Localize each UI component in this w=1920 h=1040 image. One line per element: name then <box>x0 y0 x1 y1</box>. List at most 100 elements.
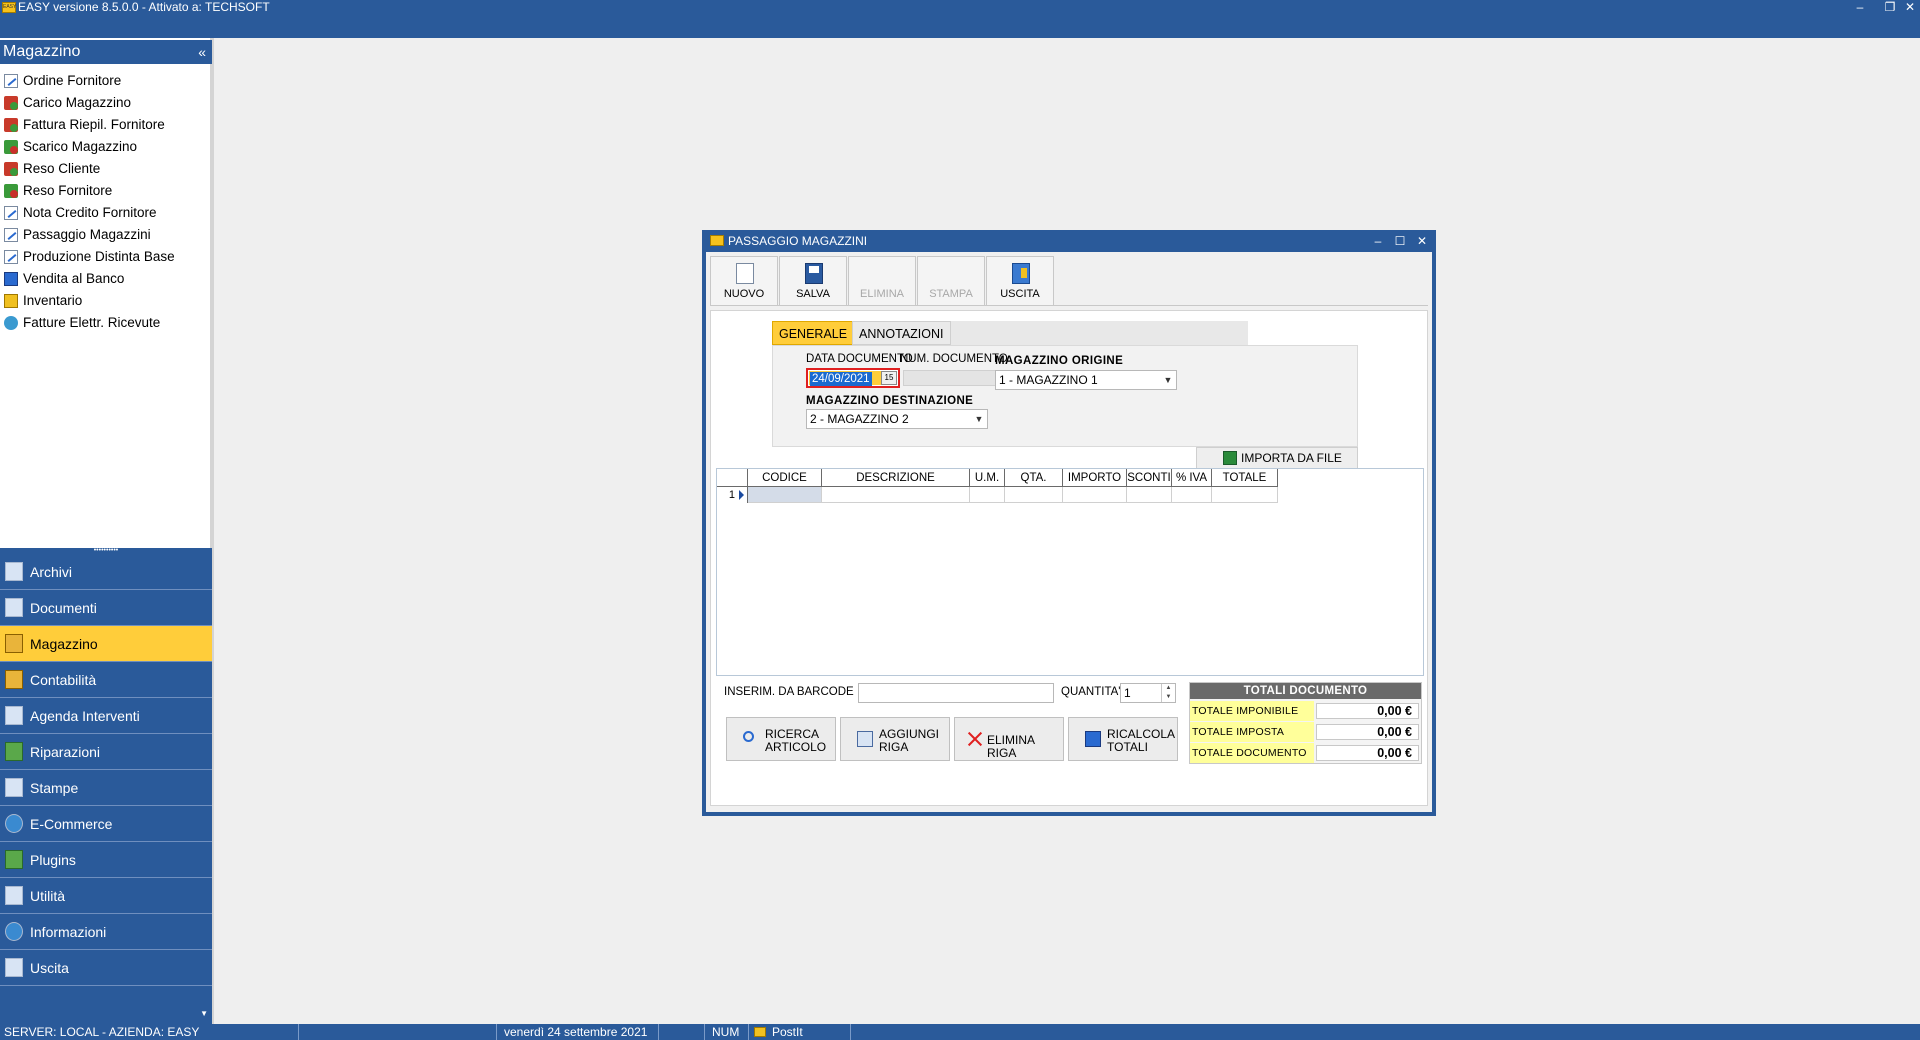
menu-item-label: Reso Cliente <box>23 161 101 176</box>
nav-agenda-interventi[interactable]: Agenda Interventi <box>0 698 212 734</box>
dialog-minimize-button[interactable]: – <box>1368 230 1388 252</box>
column-header[interactable]: QTA. <box>1005 469 1063 487</box>
origin-value: 1 - MAGAZZINO 1 <box>999 373 1098 387</box>
nav-label: Stampe <box>30 780 79 796</box>
collapse-icon[interactable]: « <box>198 40 206 64</box>
nav-utilita[interactable]: Utilità <box>0 878 212 914</box>
dest-value: 2 - MAGAZZINO 2 <box>810 412 909 426</box>
date-field[interactable]: 24/09/2021 15 <box>806 368 900 388</box>
app-title: EASY versione 8.5.0.0 - Attivato a: TECH… <box>18 0 270 14</box>
menu-item-reso-fornitore[interactable]: Reso Fornitore <box>0 180 212 202</box>
delete-row-button[interactable]: ELIMINA RIGA <box>954 717 1064 761</box>
print-label: STAMPA <box>929 288 973 300</box>
calendar-icon[interactable]: 15 <box>881 371 897 385</box>
spin-updown-icon[interactable]: ▲ ▼ <box>1161 684 1175 702</box>
nav-riparazioni[interactable]: Riparazioni <box>0 734 212 770</box>
warehouse-box-icon <box>5 634 23 653</box>
chevron-down-icon[interactable]: ▼ <box>971 410 987 428</box>
grid-cell-um[interactable] <box>970 487 1005 503</box>
column-header[interactable]: DESCRIZIONE <box>822 469 970 487</box>
tools-icon <box>5 886 23 905</box>
column-header[interactable]: U.M. <box>970 469 1005 487</box>
dest-select[interactable]: 2 - MAGAZZINO 2 ▼ <box>806 409 988 429</box>
status-server: SERVER: LOCAL - AZIENDA: EASY <box>4 1025 200 1039</box>
grid-cell-descrizione[interactable] <box>822 487 970 503</box>
close-button[interactable]: ✕ <box>1900 0 1920 14</box>
menu-item-inventario[interactable]: Inventario <box>0 290 212 312</box>
origin-select[interactable]: 1 - MAGAZZINO 1 ▼ <box>995 370 1177 390</box>
restore-button[interactable]: ❐ <box>1880 0 1900 14</box>
nav-uscita[interactable]: Uscita <box>0 950 212 986</box>
grid-cell-sconti[interactable] <box>1127 487 1172 503</box>
new-button[interactable]: NUOVO <box>710 256 778 306</box>
column-header[interactable]: CODICE <box>748 469 822 487</box>
agenda-icon <box>5 706 23 725</box>
dialog-close-button[interactable]: ✕ <box>1412 230 1432 252</box>
app-title-bar: EASY EASY versione 8.5.0.0 - Attivato a:… <box>0 0 1920 38</box>
nav-documenti[interactable]: Documenti <box>0 590 212 626</box>
add-row-button[interactable]: AGGIUNGI RIGA <box>840 717 950 761</box>
nav-label: Documenti <box>30 600 97 616</box>
recalc-totals-button[interactable]: RICALCOLA TOTALI <box>1068 717 1178 761</box>
menu-item-nota-credito-fornitore[interactable]: Nota Credito Fornitore <box>0 202 212 224</box>
menu-item-label: Fatture Elettr. Ricevute <box>23 315 161 330</box>
menu-item-ordine-fornitore[interactable]: Ordine Fornitore <box>0 70 212 92</box>
menu-item-carico-magazzino[interactable]: Carico Magazzino <box>0 92 212 114</box>
dialog-body: NUOVO SALVA ELIMINA STAMPA USCITA GENERA… <box>706 252 1432 812</box>
numdoc-field[interactable] <box>903 370 1009 386</box>
minimize-button[interactable]: – <box>1850 0 1870 14</box>
column-header[interactable]: IMPORTO <box>1063 469 1127 487</box>
truck-invoice-icon <box>4 118 18 132</box>
nav-contabilita[interactable]: Contabilità <box>0 662 212 698</box>
new-document-icon <box>736 263 754 284</box>
menu-item-fatture-elettr-ricevute[interactable]: Fatture Elettr. Ricevute <box>0 312 212 334</box>
nav-magazzino[interactable]: Magazzino <box>0 626 212 662</box>
sidebar: Magazzino « Ordine Fornitore Carico Maga… <box>0 38 214 1024</box>
save-button[interactable]: SALVA <box>779 256 847 306</box>
dialog-maximize-button[interactable]: ☐ <box>1390 230 1410 252</box>
qty-stepper[interactable]: 1 ▲ ▼ <box>1120 683 1176 703</box>
inventory-icon <box>4 294 18 308</box>
menu-item-vendita-al-banco[interactable]: Vendita al Banco <box>0 268 212 290</box>
items-grid[interactable]: CODICE DESCRIZIONE U.M. QTA. IMPORTO SCO… <box>716 468 1424 676</box>
grid-cell-qta[interactable] <box>1005 487 1063 503</box>
grid-cell-totale[interactable] <box>1212 487 1278 503</box>
nav-plugins[interactable]: Plugins <box>0 842 212 878</box>
chevron-down-icon[interactable]: ▼ <box>200 1009 208 1018</box>
barcode-input[interactable] <box>858 683 1054 703</box>
menu-item-fattura-riepil-fornitore[interactable]: Fattura Riepil. Fornitore <box>0 114 212 136</box>
nav-ecommerce[interactable]: E-Commerce <box>0 806 212 842</box>
menu-item-scarico-magazzino[interactable]: Scarico Magazzino <box>0 136 212 158</box>
tab-generale[interactable]: GENERALE <box>772 321 855 345</box>
nav-label: Riparazioni <box>30 744 101 760</box>
import-file-button[interactable]: IMPORTA DA FILE <box>1196 447 1358 469</box>
nav-label: Contabilità <box>30 672 97 688</box>
menu-item-reso-cliente[interactable]: Reso Cliente <box>0 158 212 180</box>
column-header[interactable]: SCONTI <box>1127 469 1172 487</box>
nav-archivi[interactable]: Archivi <box>0 554 212 590</box>
grid-cell-iva[interactable] <box>1172 487 1212 503</box>
btn-line1: RICERCA <box>765 727 820 741</box>
tab-annotazioni[interactable]: ANNOTAZIONI <box>852 321 951 345</box>
print-button[interactable]: STAMPA <box>917 256 985 306</box>
excel-icon <box>1223 451 1237 465</box>
delete-button[interactable]: ELIMINA <box>848 256 916 306</box>
exit-button[interactable]: USCITA <box>986 256 1054 306</box>
nav-informazioni[interactable]: Informazioni <box>0 914 212 950</box>
total-value: 0,00 € <box>1316 724 1419 740</box>
postit-icon[interactable] <box>754 1027 766 1037</box>
menu-item-produzione-distinta-base[interactable]: Produzione Distinta Base <box>0 246 212 268</box>
document-edit-icon <box>4 250 18 264</box>
grid-cell-codice[interactable] <box>748 487 822 503</box>
repair-icon <box>5 742 23 761</box>
column-header[interactable]: TOTALE <box>1212 469 1278 487</box>
menu-item-passaggio-magazzini[interactable]: Passaggio Magazzini <box>0 224 212 246</box>
column-header[interactable]: % IVA <box>1172 469 1212 487</box>
chevron-down-icon[interactable]: ▼ <box>1160 371 1176 389</box>
nav-stampe[interactable]: Stampe <box>0 770 212 806</box>
search-article-button[interactable]: RICERCA ARTICOLO <box>726 717 836 761</box>
globe-invoice-icon <box>4 316 18 330</box>
status-postit[interactable]: PostIt <box>772 1024 803 1040</box>
menu-item-label: Carico Magazzino <box>23 95 132 110</box>
grid-cell-importo[interactable] <box>1063 487 1127 503</box>
